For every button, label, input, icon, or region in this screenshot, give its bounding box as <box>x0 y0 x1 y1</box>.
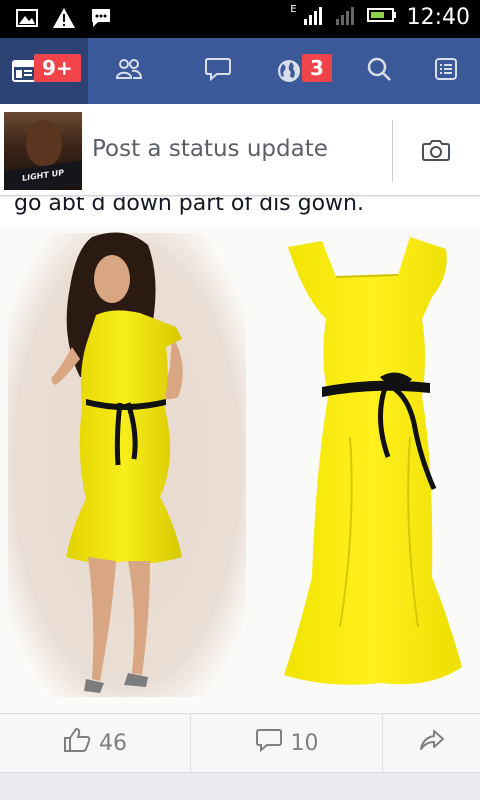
clock: 12:40 <box>406 4 470 30</box>
chat-icon <box>205 57 231 85</box>
warning-icon <box>52 7 76 33</box>
facebook-nav-bar: 9+ 3 <box>0 38 480 104</box>
camera-icon[interactable] <box>422 138 450 166</box>
nav-more[interactable] <box>412 38 480 104</box>
signal-icon <box>303 4 325 30</box>
nav-search[interactable] <box>346 38 412 104</box>
dress-photo <box>284 237 462 685</box>
avatar[interactable]: LIGHT UP <box>4 112 82 190</box>
globe-icon <box>276 58 302 88</box>
like-button[interactable]: 46 <box>0 714 190 772</box>
news-feed-badge: 9+ <box>34 54 81 82</box>
message-icon <box>90 7 112 33</box>
post-actions: 46 10 <box>0 713 480 773</box>
friends-icon <box>115 58 143 84</box>
avatar-face <box>26 120 62 166</box>
post-photo[interactable] <box>0 227 480 713</box>
nav-messages[interactable] <box>176 38 260 104</box>
nav-news-feed[interactable]: 9+ <box>0 38 88 104</box>
comment-icon <box>255 728 283 758</box>
system-icons: E 12:40 <box>290 4 470 30</box>
menu-icon <box>434 57 458 85</box>
status-update-input[interactable]: Post a status update <box>92 136 328 162</box>
model-photo <box>8 232 246 697</box>
gallery-icon <box>16 8 38 32</box>
signal-2-icon <box>335 4 357 30</box>
comment-count: 10 <box>290 730 319 756</box>
thumbs-up-icon <box>63 727 91 759</box>
feed-gap <box>0 773 480 800</box>
status-composer: LIGHT UP Post a status update <box>0 104 480 196</box>
nav-notifications[interactable]: 3 <box>262 38 346 104</box>
network-type: E <box>290 3 297 15</box>
nav-friend-requests[interactable] <box>88 38 170 104</box>
avatar-shirt-text: LIGHT UP <box>4 160 82 190</box>
search-icon <box>366 56 392 86</box>
android-status-bar: E 12:40 <box>0 0 480 38</box>
battery-icon <box>366 7 397 27</box>
post-text: go abt d down part of dis gown. <box>14 197 364 216</box>
composer-divider <box>392 120 393 182</box>
like-count: 46 <box>99 730 127 756</box>
feed-post: go abt d down part of dis gown. <box>0 197 480 713</box>
notifications-badge: 3 <box>302 54 332 82</box>
news-feed-icon <box>12 60 36 86</box>
share-icon <box>419 728 445 758</box>
notification-icons <box>16 7 112 33</box>
comment-button[interactable]: 10 <box>191 714 382 772</box>
share-button[interactable] <box>383 714 480 772</box>
